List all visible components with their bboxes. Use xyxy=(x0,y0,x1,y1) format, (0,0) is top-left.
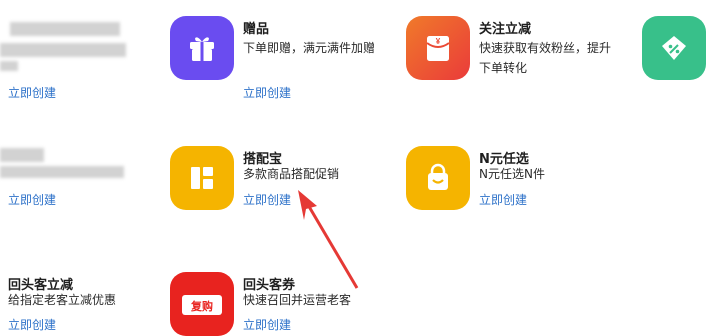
red-arrow-annotation xyxy=(298,190,359,289)
